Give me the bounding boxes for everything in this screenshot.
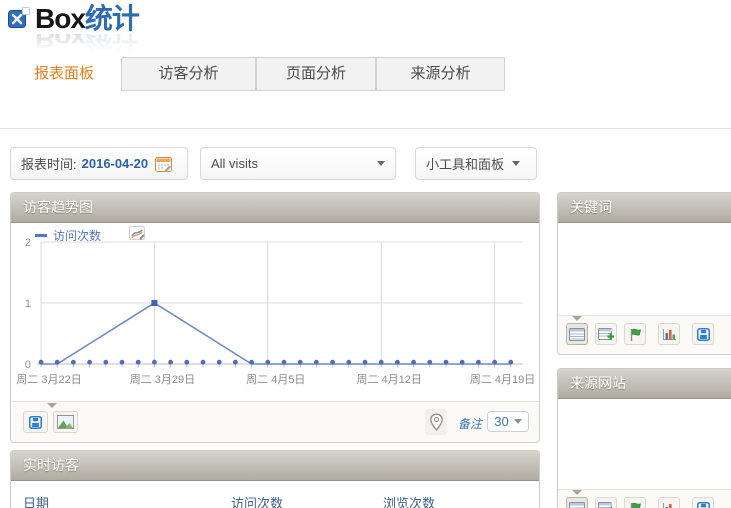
brand-title: Box统计 (35, 5, 139, 33)
segment-selector-button[interactable]: All visits (200, 147, 396, 180)
table-plus-icon[interactable] (595, 323, 617, 345)
collapse-triangle-icon[interactable] (572, 316, 582, 321)
export-save-icon[interactable] (23, 411, 48, 433)
svg-text:周二 4月19日: 周二 4月19日 (470, 373, 535, 386)
annotations-pin-button[interactable] (425, 409, 447, 435)
widgets-menu-label: 小工具和面板 (426, 154, 504, 173)
bar-chart-icon[interactable] (658, 497, 680, 508)
keywords-widget-title[interactable]: 关键词 (558, 193, 731, 223)
keywords-widget-body (558, 223, 731, 354)
svg-text:1: 1 (25, 298, 31, 310)
export-save-icon[interactable] (692, 323, 714, 345)
box-logo-icon (8, 7, 30, 34)
caret-down-icon (377, 161, 385, 166)
referrers-widget-footer (558, 489, 731, 508)
svg-text:周二 3月22日: 周二 3月22日 (16, 373, 81, 386)
keywords-widget-footer (558, 315, 731, 354)
visits-line-chart[interactable]: 0 1 2 周二 3月22日 周二 3月29日 周二 4月5日 周二 4月12日 周二 4月1… (11, 231, 541, 406)
svg-text:0: 0 (25, 359, 31, 371)
main-nav-tabs: 报表面板 访客分析 页面分析 来源分析 (8, 57, 505, 91)
export-save-icon[interactable] (692, 497, 714, 508)
realtime-widget-title[interactable]: 实时访客 (11, 451, 539, 481)
annotations-link[interactable]: 备注 (458, 415, 482, 432)
collapse-triangle-icon[interactable] (572, 490, 582, 495)
view-switcher-row (566, 323, 714, 345)
tab-dashboard[interactable]: 报表面板 (8, 57, 120, 91)
referrers-widget-title[interactable]: 来源网站 (558, 369, 731, 399)
date-value: 2016-04-20 (82, 156, 149, 171)
table-view-icon[interactable] (566, 323, 588, 345)
svg-text:周二 4月12日: 周二 4月12日 (356, 373, 421, 386)
analytics-dashboard-page: Box统计 Box统计 报表面板 访客分析 页面分析 来源分析 报表时间: 20… (0, 0, 731, 508)
table-plus-icon[interactable] (595, 497, 617, 508)
flag-icon[interactable] (624, 497, 646, 508)
brand-reflection: Box统计 (35, 34, 139, 52)
export-image-icon[interactable] (53, 411, 78, 433)
realtime-widget-body: 日期 访问次数 浏览次数 (11, 481, 539, 508)
referrer-websites-widget: 来源网站 (557, 368, 731, 508)
column-header-visits: 访问次数 (231, 493, 283, 508)
svg-text:周二 4月5日: 周二 4月5日 (246, 373, 305, 386)
calendar-icon (155, 156, 172, 172)
row-limit-select[interactable]: 30 (487, 411, 529, 432)
realtime-visitors-widget: 实时访客 日期 访问次数 浏览次数 (10, 450, 540, 508)
referrers-widget-body (558, 399, 731, 508)
segment-value: All visits (211, 156, 258, 171)
row-limit-value: 30 (494, 414, 508, 429)
visitor-trend-widget-body: 访问次数 012周二 3月22日周二 3月29日周二 4月5日周二 4月12日周… (11, 223, 539, 442)
tab-pages[interactable]: 页面分析 (256, 57, 376, 91)
map-pin-icon (429, 413, 444, 432)
brand-title-cn: 统计 (85, 3, 139, 34)
svg-text:周二 3月29日: 周二 3月29日 (130, 373, 195, 386)
visitor-trend-widget-title[interactable]: 访客趋势图 (11, 193, 539, 223)
brand-title-latin: Box (35, 3, 85, 34)
visitor-trend-widget: 访客趋势图 访问次数 012周二 3月22日周二 3月29日周二 4月5日周二 … (10, 192, 540, 443)
tab-referrers[interactable]: 来源分析 (376, 57, 505, 91)
trend-widget-footer: 备注 30 (11, 401, 539, 442)
keywords-widget: 关键词 (557, 192, 731, 355)
header-divider (0, 128, 731, 129)
table-view-icon[interactable] (566, 497, 588, 508)
tab-visitors[interactable]: 访客分析 (121, 57, 256, 91)
widgets-menu-button[interactable]: 小工具和面板 (415, 147, 537, 180)
svg-text:2: 2 (25, 237, 31, 249)
brand: Box统计 (8, 5, 139, 34)
view-switcher-row (566, 497, 714, 508)
bar-chart-icon[interactable] (658, 323, 680, 345)
flag-icon[interactable] (624, 323, 646, 345)
collapse-triangle-icon[interactable] (47, 403, 57, 408)
date-selector-button[interactable]: 报表时间: 2016-04-20 (10, 147, 188, 180)
date-label: 报表时间: (21, 154, 77, 173)
caret-down-icon (514, 419, 522, 424)
column-header-date: 日期 (23, 493, 49, 508)
caret-down-icon (512, 161, 520, 166)
column-header-pageviews: 浏览次数 (383, 493, 435, 508)
